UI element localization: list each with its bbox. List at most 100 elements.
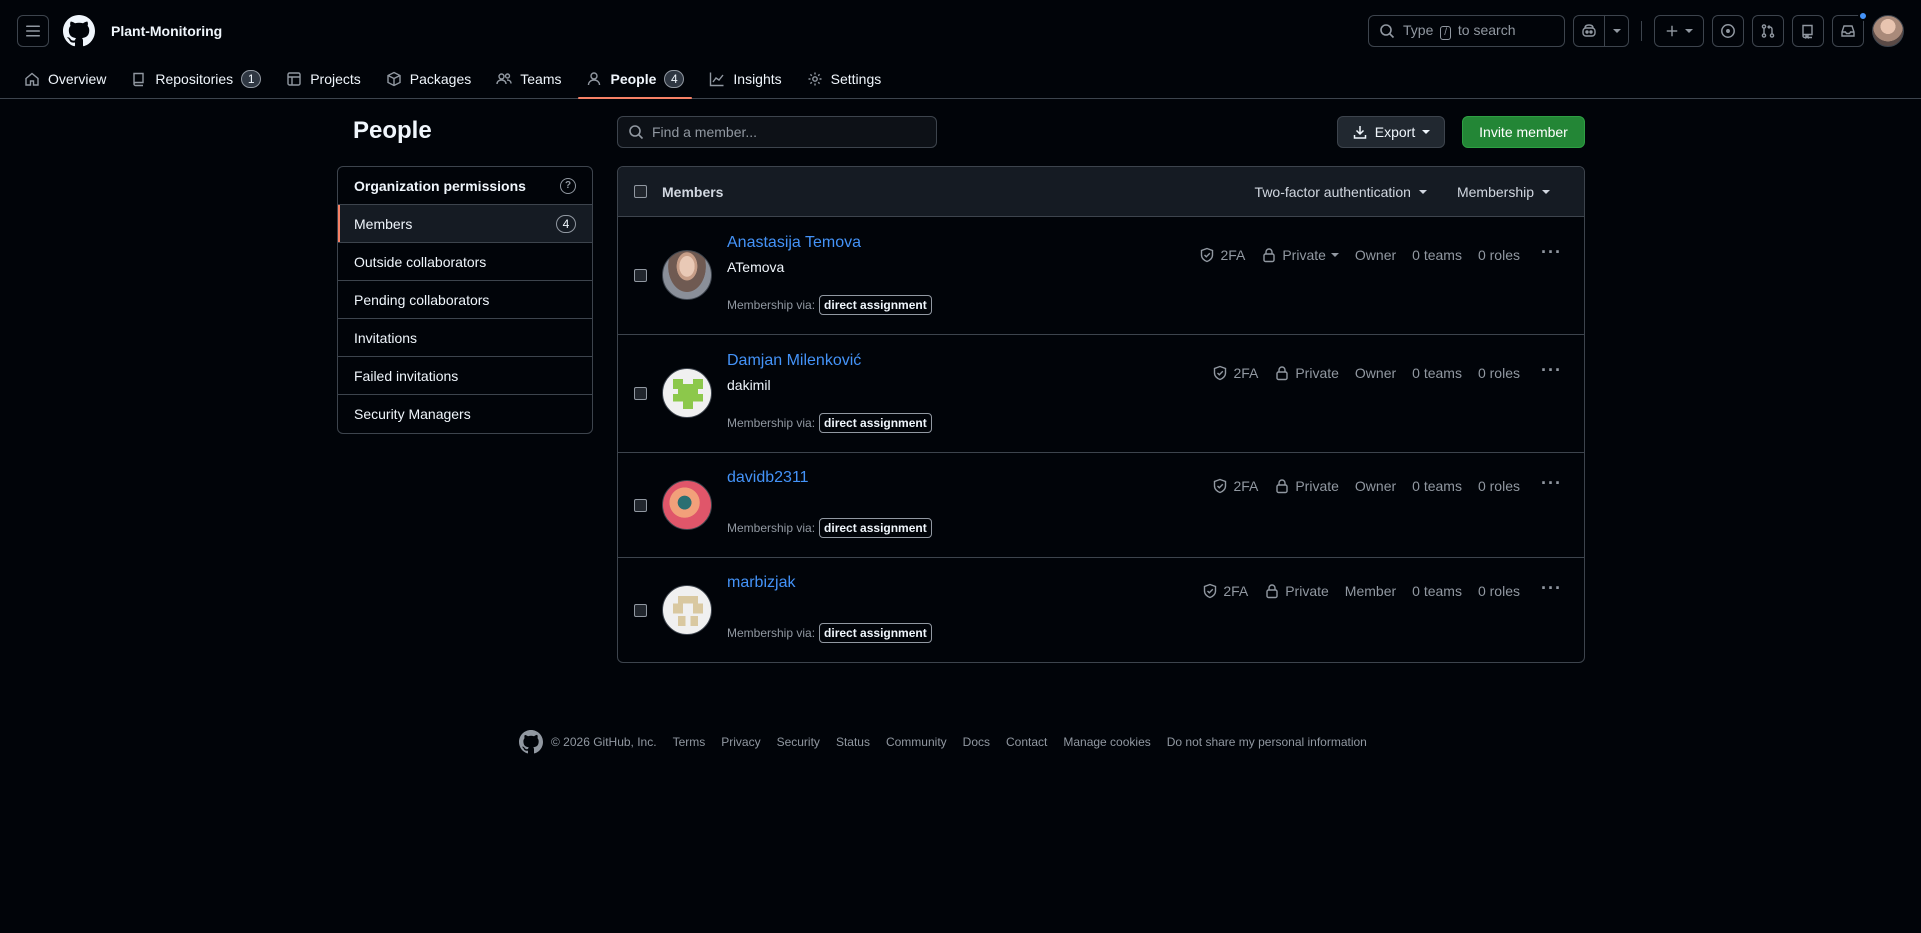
twofa-badge: 2FA [1212, 478, 1258, 494]
footer-link-docs[interactable]: Docs [963, 735, 990, 749]
tab-overview[interactable]: Overview [16, 60, 114, 98]
tab-people[interactable]: People 4 [578, 60, 693, 99]
visibility-dropdown[interactable]: Private [1261, 247, 1339, 263]
package-icon [387, 71, 401, 87]
sidebar-item-pending-collaborators[interactable]: Pending collaborators [338, 281, 592, 319]
table-icon [287, 72, 301, 86]
gear-icon [808, 72, 822, 86]
copilot-split-button[interactable] [1573, 15, 1629, 47]
global-search-button[interactable]: Type / to search [1368, 15, 1565, 47]
select-all-checkbox[interactable] [634, 185, 647, 198]
chevron-down-icon [1418, 189, 1427, 194]
sidebar-item-failed-invitations[interactable]: Failed invitations [338, 357, 592, 395]
page-title: People [353, 117, 432, 144]
tab-teams[interactable]: Teams [488, 60, 569, 98]
membership-tag[interactable]: direct assignment [819, 518, 932, 538]
repositories-button[interactable] [1792, 15, 1824, 47]
membership-tag[interactable]: direct assignment [819, 295, 932, 315]
lock-icon [1276, 366, 1289, 381]
sidebar-item-outside-collaborators[interactable]: Outside collaborators [338, 243, 592, 281]
tab-packages[interactable]: Packages [378, 60, 479, 98]
pull-requests-button[interactable] [1752, 15, 1784, 47]
kebab-horizontal-icon[interactable]: ··· [1541, 578, 1562, 599]
kebab-horizontal-icon[interactable]: ··· [1541, 473, 1562, 494]
shield-check-icon [1214, 478, 1227, 494]
copilot-dropdown-button[interactable] [1604, 16, 1628, 46]
member-meta: 2FA Private Owner 0 teams 0 roles [1212, 478, 1520, 494]
member-teams: 0 teams [1412, 247, 1462, 263]
kebab-horizontal-icon[interactable]: ··· [1541, 360, 1562, 381]
member-checkbox[interactable] [634, 499, 647, 512]
git-pull-request-icon [1761, 24, 1775, 38]
export-button[interactable]: Export [1337, 116, 1445, 148]
org-name-link[interactable]: Plant-Monitoring [111, 23, 222, 39]
twofa-badge: 2FA [1199, 247, 1245, 263]
footer-link-do-not-share[interactable]: Do not share my personal information [1167, 735, 1367, 749]
footer-link-terms[interactable]: Terms [673, 735, 706, 749]
github-logo[interactable] [63, 15, 95, 47]
two-factor-filter-button[interactable]: Two-factor authentication [1255, 184, 1427, 200]
copilot-button[interactable] [1574, 16, 1604, 46]
user-avatar-button[interactable] [1872, 15, 1904, 47]
notifications-wrapper [1832, 11, 1868, 47]
member-name-link[interactable]: Damjan Milenković [727, 352, 861, 370]
member-teams: 0 teams [1412, 583, 1462, 599]
identicon-icon [673, 379, 703, 409]
member-checkbox[interactable] [634, 269, 647, 282]
invite-member-button[interactable]: Invite member [1462, 116, 1585, 148]
top-bar: Plant-Monitoring Type / to search [0, 0, 1921, 62]
sidebar-item-members[interactable]: Members 4 [338, 205, 592, 243]
footer-link-community[interactable]: Community [886, 735, 947, 749]
github-icon [63, 15, 95, 47]
footer-link-status[interactable]: Status [836, 735, 870, 749]
table-row: Anastasija Temova ATemova Membership via… [618, 217, 1584, 335]
create-new-button[interactable] [1654, 15, 1704, 47]
member-login: dakimil [727, 377, 771, 393]
identicon-icon [673, 596, 703, 626]
avatar[interactable] [662, 368, 712, 418]
issues-button[interactable] [1712, 15, 1744, 47]
tab-repositories[interactable]: Repositories 1 [123, 60, 269, 98]
find-member-input[interactable]: Find a member... [617, 116, 937, 148]
member-roles: 0 roles [1477, 247, 1520, 263]
membership-via: Membership via: direct assignment [727, 413, 932, 433]
kebab-horizontal-icon[interactable]: ··· [1541, 242, 1562, 263]
top-right-actions: Type / to search [1368, 11, 1904, 47]
member-teams: 0 teams [1412, 365, 1462, 381]
sidebar-item-invitations[interactable]: Invitations [338, 319, 592, 357]
avatar[interactable] [662, 480, 712, 530]
footer: © 2026 GitHub, Inc. Terms Privacy Securi… [519, 730, 1367, 754]
search-hint: Type / to search [1403, 22, 1516, 40]
member-name-link[interactable]: Anastasija Temova [727, 234, 861, 252]
avatar[interactable] [662, 250, 712, 300]
people-icon [496, 73, 512, 85]
members-filters: Two-factor authentication Membership [1255, 184, 1568, 200]
shield-check-icon [1214, 365, 1227, 381]
avatar[interactable] [662, 585, 712, 635]
membership-tag[interactable]: direct assignment [819, 623, 932, 643]
tab-insights[interactable]: Insights [701, 60, 789, 98]
question-icon[interactable]: ? [560, 177, 576, 194]
tab-projects[interactable]: Projects [278, 60, 369, 98]
chevron-down-icon [1422, 130, 1431, 134]
footer-link-contact[interactable]: Contact [1006, 735, 1047, 749]
chevron-down-icon [1685, 29, 1693, 33]
membership-tag[interactable]: direct assignment [819, 413, 932, 433]
inbox-icon [1841, 25, 1855, 37]
member-role: Owner [1354, 478, 1397, 494]
footer-link-privacy[interactable]: Privacy [721, 735, 760, 749]
footer-link-manage-cookies[interactable]: Manage cookies [1063, 735, 1150, 749]
plus-icon [1666, 25, 1678, 37]
member-checkbox[interactable] [634, 387, 647, 400]
divider [1641, 21, 1642, 41]
membership-via: Membership via: direct assignment [727, 518, 932, 538]
member-name-link[interactable]: marbizjak [727, 574, 795, 592]
hamburger-menu-button[interactable] [17, 15, 49, 47]
members-count-badge: 4 [556, 214, 576, 233]
member-name-link[interactable]: davidb2311 [727, 469, 809, 487]
tab-settings[interactable]: Settings [799, 60, 890, 98]
member-checkbox[interactable] [634, 604, 647, 617]
membership-filter-button[interactable]: Membership [1457, 184, 1550, 200]
footer-link-security[interactable]: Security [777, 735, 820, 749]
sidebar-item-security-managers[interactable]: Security Managers [338, 395, 592, 433]
